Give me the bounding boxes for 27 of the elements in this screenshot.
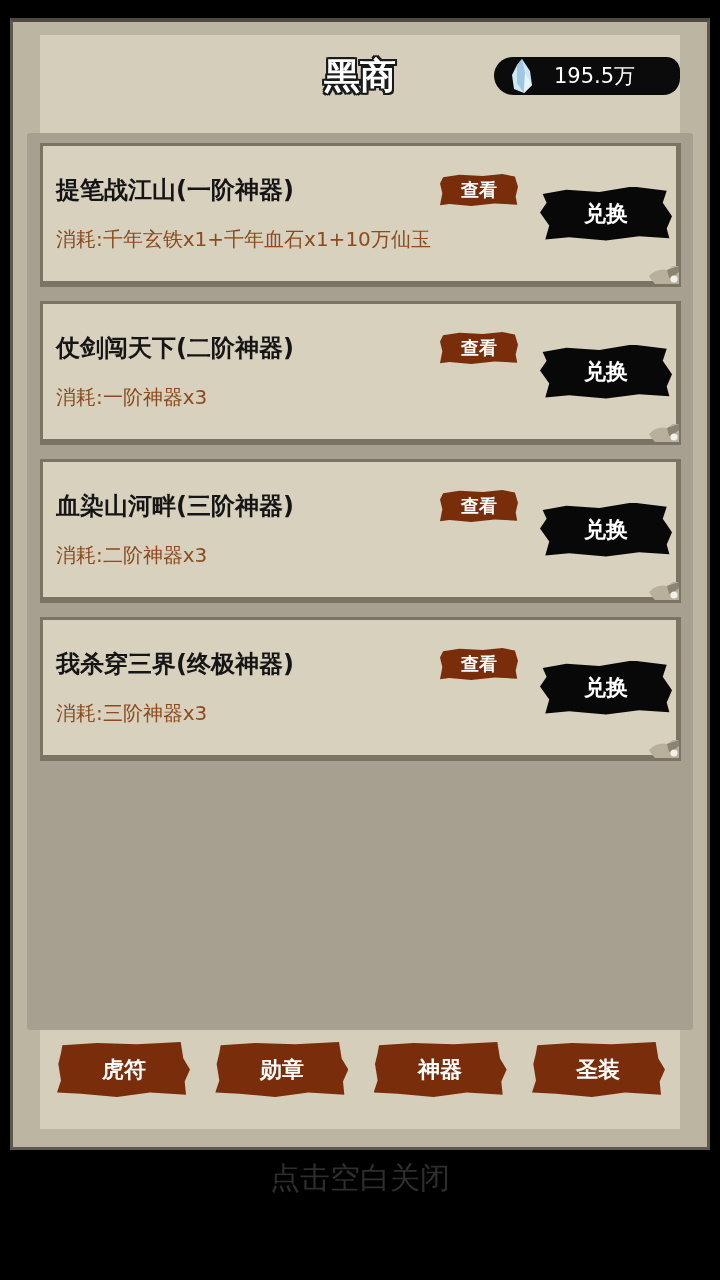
exchange-button[interactable]: 兑换 [540,660,672,715]
page-curl-icon [649,422,679,442]
item-cost: 消耗:三阶神器x3 [56,700,209,727]
item-name: 仗剑闯天下(二阶神器) [56,333,294,364]
item-name: 血染山河畔(三阶神器) [56,491,294,522]
item-name: 提笔战江山(一阶神器) [56,175,294,206]
dialog-title: 黑商 [323,57,397,95]
view-button[interactable]: 查看 [440,648,518,680]
exchange-button[interactable]: 兑换 [540,344,672,399]
exchange-button[interactable]: 兑换 [540,502,672,557]
item-cost: 消耗:千年玄铁x1+千年血石x1+10万仙玉 [56,226,432,253]
page-curl-icon [649,580,679,600]
page-curl-icon [649,738,679,758]
category-tab[interactable]: 虎符 [57,1042,190,1097]
page-curl-icon [649,264,679,284]
category-tab[interactable]: 圣装 [532,1042,665,1097]
item-cost: 消耗:一阶神器x3 [56,384,209,411]
exchange-button[interactable]: 兑换 [540,186,672,241]
currency-amount: 195.5万 [554,63,636,90]
category-tab[interactable]: 勋章 [215,1042,349,1097]
view-button[interactable]: 查看 [440,174,518,206]
view-button[interactable]: 查看 [440,332,518,364]
category-tab[interactable]: 神器 [373,1042,507,1097]
view-button[interactable]: 查看 [440,490,518,522]
crystal-icon [512,59,532,93]
item-name: 我杀穿三界(终极神器) [56,649,294,680]
item-cost: 消耗:二阶神器x3 [56,542,209,569]
